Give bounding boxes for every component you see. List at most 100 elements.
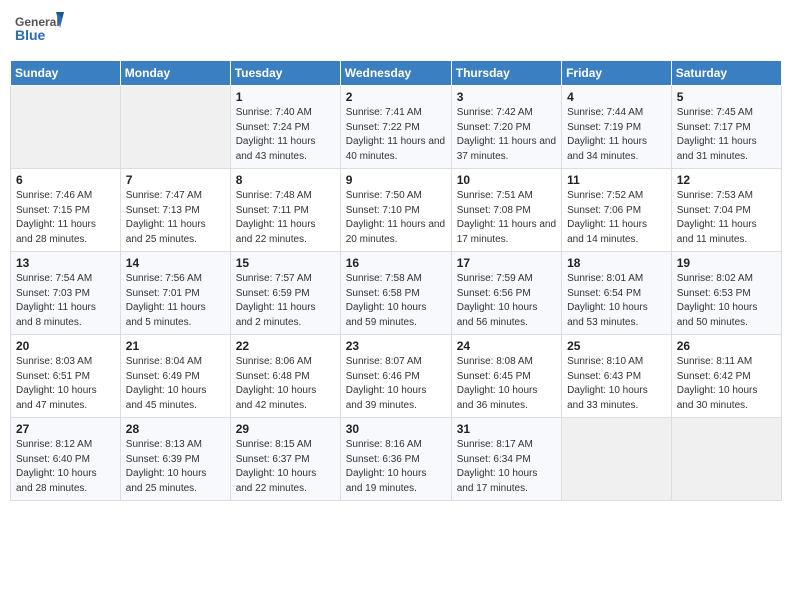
- calendar-cell: 3 Sunrise: 7:42 AMSunset: 7:20 PMDaylight…: [451, 86, 561, 169]
- day-number: 10: [457, 173, 556, 187]
- calendar-cell: 5 Sunrise: 7:45 AMSunset: 7:17 PMDaylight…: [671, 86, 781, 169]
- day-number: 5: [677, 90, 776, 104]
- day-info: Sunrise: 8:17 AMSunset: 6:34 PMDaylight:…: [457, 438, 556, 496]
- day-info: Sunrise: 7:44 AMSunset: 7:19 PMDaylight:…: [567, 106, 666, 164]
- day-info: Sunrise: 8:08 AMSunset: 6:45 PMDaylight:…: [457, 355, 556, 413]
- day-number: 21: [126, 339, 225, 353]
- calendar-cell: 17Sunrise: 7:59 AMSunset: 6:56 PMDayligh…: [451, 252, 561, 335]
- calendar-cell: 25 Sunrise: 8:10 AMSunset: 6:43 PMDayligh…: [562, 335, 672, 418]
- day-number: 14: [126, 256, 225, 270]
- calendar-cell: 9 Sunrise: 7:50 AMSunset: 7:10 PMDaylight…: [340, 169, 451, 252]
- calendar-cell: 8Sunrise: 7:48 AMSunset: 7:11 PMDaylight…: [230, 169, 340, 252]
- calendar-cell: 11 Sunrise: 7:52 AMSunset: 7:06 PMDayligh…: [562, 169, 672, 252]
- calendar-cell: 22Sunrise: 8:06 AMSunset: 6:48 PMDayligh…: [230, 335, 340, 418]
- day-info: Sunrise: 7:47 AMSunset: 7:13 PMDaylight:…: [126, 189, 225, 247]
- calendar-cell: 28 Sunrise: 8:13 AMSunset: 6:39 PMDayligh…: [120, 418, 230, 501]
- day-info: Sunrise: 7:48 AMSunset: 7:11 PMDaylight:…: [236, 189, 335, 247]
- day-info: Sunrise: 7:52 AMSunset: 7:06 PMDaylight:…: [567, 189, 666, 247]
- weekday-header-saturday: Saturday: [671, 61, 781, 86]
- calendar-cell: 30 Sunrise: 8:16 AMSunset: 6:36 PMDayligh…: [340, 418, 451, 501]
- day-info: Sunrise: 8:06 AMSunset: 6:48 PMDaylight:…: [236, 355, 335, 413]
- day-number: 2: [346, 90, 446, 104]
- day-number: 29: [236, 422, 335, 436]
- calendar-cell: 14 Sunrise: 7:56 AMSunset: 7:01 PMDayligh…: [120, 252, 230, 335]
- day-info: Sunrise: 8:13 AMSunset: 6:39 PMDaylight:…: [126, 438, 225, 496]
- day-info: Sunrise: 8:10 AMSunset: 6:43 PMDaylight:…: [567, 355, 666, 413]
- weekday-header-friday: Friday: [562, 61, 672, 86]
- calendar-cell: 7 Sunrise: 7:47 AMSunset: 7:13 PMDaylight…: [120, 169, 230, 252]
- day-info: Sunrise: 7:56 AMSunset: 7:01 PMDaylight:…: [126, 272, 225, 330]
- calendar-cell: [120, 86, 230, 169]
- calendar-cell: 20 Sunrise: 8:03 AMSunset: 6:51 PMDayligh…: [11, 335, 121, 418]
- calendar-cell: 18Sunrise: 8:01 AMSunset: 6:54 PMDayligh…: [562, 252, 672, 335]
- weekday-header-monday: Monday: [120, 61, 230, 86]
- calendar-cell: 15Sunrise: 7:57 AMSunset: 6:59 PMDayligh…: [230, 252, 340, 335]
- day-number: 25: [567, 339, 666, 353]
- weekday-header-thursday: Thursday: [451, 61, 561, 86]
- day-number: 13: [16, 256, 115, 270]
- day-info: Sunrise: 8:02 AMSunset: 6:53 PMDaylight:…: [677, 272, 776, 330]
- day-info: Sunrise: 7:46 AMSunset: 7:15 PMDaylight:…: [16, 189, 115, 247]
- day-info: Sunrise: 7:59 AMSunset: 6:56 PMDaylight:…: [457, 272, 556, 330]
- calendar-cell: 13 Sunrise: 7:54 AMSunset: 7:03 PMDayligh…: [11, 252, 121, 335]
- day-info: Sunrise: 7:58 AMSunset: 6:58 PMDaylight:…: [346, 272, 446, 330]
- calendar-cell: 16 Sunrise: 7:58 AMSunset: 6:58 PMDayligh…: [340, 252, 451, 335]
- day-info: Sunrise: 7:53 AMSunset: 7:04 PMDaylight:…: [677, 189, 776, 247]
- day-info: Sunrise: 7:40 AMSunset: 7:24 PMDaylight:…: [236, 106, 335, 164]
- day-number: 7: [126, 173, 225, 187]
- day-info: Sunrise: 8:16 AMSunset: 6:36 PMDaylight:…: [346, 438, 446, 496]
- calendar-cell: [562, 418, 672, 501]
- day-number: 31: [457, 422, 556, 436]
- day-info: Sunrise: 8:01 AMSunset: 6:54 PMDaylight:…: [567, 272, 666, 330]
- calendar-cell: 19 Sunrise: 8:02 AMSunset: 6:53 PMDayligh…: [671, 252, 781, 335]
- weekday-header-sunday: Sunday: [11, 61, 121, 86]
- calendar-cell: 26Sunrise: 8:11 AMSunset: 6:42 PMDayligh…: [671, 335, 781, 418]
- calendar-cell: [11, 86, 121, 169]
- calendar-cell: 31 Sunrise: 8:17 AMSunset: 6:34 PMDayligh…: [451, 418, 561, 501]
- day-info: Sunrise: 8:03 AMSunset: 6:51 PMDaylight:…: [16, 355, 115, 413]
- calendar-cell: 23Sunrise: 8:07 AMSunset: 6:46 PMDayligh…: [340, 335, 451, 418]
- day-number: 27: [16, 422, 115, 436]
- day-number: 4: [567, 90, 666, 104]
- day-info: Sunrise: 7:42 AMSunset: 7:20 PMDaylight:…: [457, 106, 556, 164]
- day-number: 11: [567, 173, 666, 187]
- day-number: 28: [126, 422, 225, 436]
- day-info: Sunrise: 7:41 AMSunset: 7:22 PMDaylight:…: [346, 106, 446, 164]
- day-info: Sunrise: 7:50 AMSunset: 7:10 PMDaylight:…: [346, 189, 446, 247]
- weekday-header-row: SundayMondayTuesdayWednesdayThursdayFrid…: [11, 61, 782, 86]
- day-number: 3: [457, 90, 556, 104]
- calendar-cell: 2 Sunrise: 7:41 AMSunset: 7:22 PMDaylight…: [340, 86, 451, 169]
- day-number: 6: [16, 173, 115, 187]
- weekday-header-wednesday: Wednesday: [340, 61, 451, 86]
- calendar-cell: 6 Sunrise: 7:46 AMSunset: 7:15 PMDaylight…: [11, 169, 121, 252]
- logo-svg: General Blue: [14, 10, 64, 52]
- day-info: Sunrise: 8:15 AMSunset: 6:37 PMDaylight:…: [236, 438, 335, 496]
- day-number: 19: [677, 256, 776, 270]
- day-number: 1: [236, 90, 335, 104]
- day-info: Sunrise: 8:11 AMSunset: 6:42 PMDaylight:…: [677, 355, 776, 413]
- calendar-cell: 4 Sunrise: 7:44 AMSunset: 7:19 PMDaylight…: [562, 86, 672, 169]
- day-number: 30: [346, 422, 446, 436]
- calendar-week-row: 27 Sunrise: 8:12 AMSunset: 6:40 PMDayligh…: [11, 418, 782, 501]
- calendar-week-row: 13 Sunrise: 7:54 AMSunset: 7:03 PMDayligh…: [11, 252, 782, 335]
- calendar-week-row: 1 Sunrise: 7:40 AMSunset: 7:24 PMDaylight…: [11, 86, 782, 169]
- day-info: Sunrise: 7:45 AMSunset: 7:17 PMDaylight:…: [677, 106, 776, 164]
- calendar-cell: 21 Sunrise: 8:04 AMSunset: 6:49 PMDayligh…: [120, 335, 230, 418]
- calendar-week-row: 6 Sunrise: 7:46 AMSunset: 7:15 PMDaylight…: [11, 169, 782, 252]
- day-info: Sunrise: 7:51 AMSunset: 7:08 PMDaylight:…: [457, 189, 556, 247]
- day-number: 20: [16, 339, 115, 353]
- svg-text:Blue: Blue: [15, 27, 46, 43]
- day-number: 23: [346, 339, 446, 353]
- day-number: 9: [346, 173, 446, 187]
- day-number: 16: [346, 256, 446, 270]
- day-number: 12: [677, 173, 776, 187]
- day-info: Sunrise: 8:12 AMSunset: 6:40 PMDaylight:…: [16, 438, 115, 496]
- calendar-cell: [671, 418, 781, 501]
- day-number: 24: [457, 339, 556, 353]
- day-info: Sunrise: 7:54 AMSunset: 7:03 PMDaylight:…: [16, 272, 115, 330]
- calendar-cell: 29 Sunrise: 8:15 AMSunset: 6:37 PMDayligh…: [230, 418, 340, 501]
- calendar-week-row: 20 Sunrise: 8:03 AMSunset: 6:51 PMDayligh…: [11, 335, 782, 418]
- calendar-cell: 12 Sunrise: 7:53 AMSunset: 7:04 PMDayligh…: [671, 169, 781, 252]
- day-info: Sunrise: 8:04 AMSunset: 6:49 PMDaylight:…: [126, 355, 225, 413]
- calendar-cell: 1 Sunrise: 7:40 AMSunset: 7:24 PMDaylight…: [230, 86, 340, 169]
